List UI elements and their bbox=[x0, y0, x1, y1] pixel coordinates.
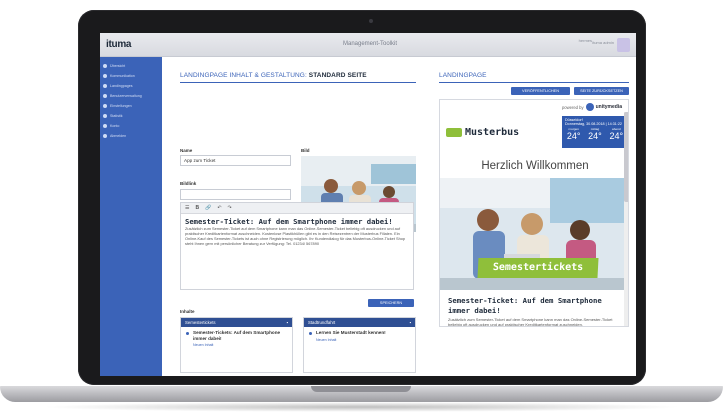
list-item[interactable]: Semester-Tickets: Auf dem Smartphone imm… bbox=[181, 327, 292, 341]
preview-heading: Semester-Ticket: Auf dem Smartphone imme… bbox=[448, 296, 602, 315]
laptop-shadow bbox=[40, 402, 683, 412]
chat-icon bbox=[103, 74, 107, 78]
app-title: Management-Toolkit bbox=[342, 41, 398, 47]
unitymedia-logo-icon bbox=[585, 103, 594, 111]
chart-icon bbox=[103, 114, 107, 118]
bus-icon bbox=[446, 128, 462, 137]
trash-icon[interactable]: ▪ bbox=[286, 318, 288, 327]
list-item[interactable]: Lernen Sie Musterstadt kennen! bbox=[304, 327, 415, 336]
sidebar-item-landingpages[interactable]: Landingpages bbox=[100, 81, 162, 91]
trash-icon[interactable]: ▪ bbox=[409, 318, 411, 327]
sidebar-item-statistik[interactable]: Statistik bbox=[100, 111, 162, 121]
user-label: hermes bbox=[578, 38, 592, 43]
sidebar-item-label: Landingpages bbox=[110, 84, 133, 88]
sidebar-item-einstellungen[interactable]: Einstellungen bbox=[100, 101, 162, 111]
weather-temp: 24° bbox=[588, 131, 602, 141]
sidebar-item-kommunikation[interactable]: Kommunikation bbox=[100, 71, 162, 81]
promo-banner[interactable]: Semestertickets bbox=[477, 258, 599, 278]
top-bar: ituma Management-Toolkit hermes ituma ad… bbox=[100, 33, 636, 57]
bildlink-label: Bildlink bbox=[180, 181, 197, 186]
rich-text-editor[interactable]: ☰ B 🔗 ↶ ↷ Semester-Ticket: Auf dem Smart… bbox=[180, 202, 414, 290]
add-content-link[interactable]: Neuen Inhalt bbox=[181, 341, 292, 347]
title-strong: STANDARD SEITE bbox=[308, 72, 367, 79]
preview-body: Zusätzlich zum Semester-Ticket auf dem S… bbox=[448, 317, 613, 327]
divider bbox=[180, 82, 416, 83]
card-header: Semestertickets ▪ bbox=[181, 318, 292, 327]
sidebar-item-label: Einstellungen bbox=[110, 104, 132, 108]
weather-date: Donnerstag, 30.08.2018 | 14:31:22 bbox=[565, 122, 622, 126]
camera-icon bbox=[369, 19, 373, 23]
name-field[interactable]: App zum Ticket bbox=[180, 155, 291, 166]
save-button[interactable]: SPEICHERN bbox=[368, 299, 414, 307]
title-prefix: LANDINGPAGE INHALT & GESTALTUNG: bbox=[180, 72, 307, 79]
user-icon bbox=[103, 124, 107, 128]
sidebar-item-abmelden[interactable]: Abmelden bbox=[100, 131, 162, 141]
powered-by-text: powered by bbox=[561, 104, 584, 110]
list-icon[interactable]: ☰ bbox=[185, 205, 189, 211]
add-content-link[interactable]: Neuen Inhalt bbox=[304, 336, 415, 342]
undo-icon[interactable]: ↶ bbox=[217, 205, 221, 211]
editor-toolbar: ☰ B 🔗 ↶ ↷ bbox=[181, 203, 413, 214]
inhalte-label: Inhalte bbox=[180, 309, 195, 314]
sidebar-item-label: Statistik bbox=[110, 114, 123, 118]
preview-scrollbar[interactable] bbox=[624, 112, 628, 326]
sidebar: Übersicht Kommunikation Landingpages Ben… bbox=[100, 57, 162, 376]
bildlink-field[interactable] bbox=[180, 189, 291, 200]
users-icon bbox=[103, 94, 107, 98]
weather-day: mittag 24° bbox=[585, 127, 604, 141]
bild-label: Bild bbox=[301, 148, 310, 153]
sidebar-item-label: Abmelden bbox=[110, 134, 127, 138]
link-icon[interactable]: 🔗 bbox=[205, 205, 211, 211]
gear-icon bbox=[103, 104, 107, 108]
editor-section-title: LANDINGPAGE INHALT & GESTALTUNG: STANDAR… bbox=[180, 72, 367, 79]
app-screen: ituma Management-Toolkit hermes ituma ad… bbox=[100, 33, 636, 376]
redo-icon[interactable]: ↷ bbox=[228, 205, 232, 211]
sidebar-item-uebersicht[interactable]: Übersicht bbox=[100, 61, 162, 71]
avatar[interactable] bbox=[617, 38, 630, 52]
brand-name: unitymedia bbox=[595, 104, 622, 110]
sidebar-item-label: Übersicht bbox=[110, 64, 126, 68]
preview-section-title: LANDINGPAGE bbox=[439, 72, 487, 79]
sidebar-item-label: Benutzerverwaltung bbox=[110, 94, 142, 98]
divider bbox=[439, 82, 629, 83]
content-card-stadtrundfahrt[interactable]: Stadtrundfahrt ▪ Lernen Sie Musterstadt … bbox=[303, 317, 416, 373]
laptop-mockup: ituma Management-Toolkit hermes ituma ad… bbox=[0, 0, 723, 418]
logout-icon bbox=[103, 134, 107, 138]
card-title: Semestertickets bbox=[185, 320, 216, 325]
main-content: LANDINGPAGE INHALT & GESTALTUNG: STANDAR… bbox=[162, 57, 636, 376]
card-header: Stadtrundfahrt ▪ bbox=[304, 318, 415, 327]
landingpage-preview: powered by unitymedia Musterbus Düsseldo… bbox=[439, 99, 629, 327]
powered-by: powered by unitymedia bbox=[562, 103, 622, 111]
content-card-semestertickets[interactable]: Semestertickets ▪ Semester-Tickets: Auf … bbox=[180, 317, 293, 373]
laptop-notch bbox=[311, 386, 411, 392]
weather-temp: 24° bbox=[566, 131, 581, 141]
bold-icon[interactable]: B bbox=[195, 205, 199, 211]
publish-button[interactable]: VERÖFFENTLICHEN bbox=[511, 87, 570, 95]
page-icon bbox=[103, 84, 107, 88]
welcome-heading: Herzlich Willkommen bbox=[481, 160, 589, 172]
home-icon bbox=[103, 64, 107, 68]
name-label: Name bbox=[180, 148, 193, 153]
card-title: Stadtrundfahrt bbox=[308, 320, 336, 325]
reset-page-button[interactable]: SEITE ZURÜCKSETZEN bbox=[574, 87, 629, 95]
company-logo: Musterbus bbox=[446, 127, 519, 138]
weather-day: morgen 24° bbox=[564, 127, 583, 141]
user-name[interactable]: ituma admin bbox=[592, 40, 614, 45]
sidebar-item-benutzer[interactable]: Benutzerverwaltung bbox=[100, 91, 162, 101]
app-logo[interactable]: ituma bbox=[106, 39, 131, 50]
sidebar-item-label: Kommunikation bbox=[110, 74, 135, 78]
company-name: Musterbus bbox=[465, 127, 520, 138]
sidebar-item-label: Konto bbox=[110, 124, 120, 128]
editor-body[interactable]: Zusätzlich zum Semester-Ticket auf dem S… bbox=[181, 226, 413, 247]
sidebar-item-konto[interactable]: Konto bbox=[100, 121, 162, 131]
weather-widget: Düsseldorf Donnerstag, 30.08.2018 | 14:3… bbox=[562, 116, 628, 148]
scrollbar-thumb[interactable] bbox=[624, 112, 628, 202]
